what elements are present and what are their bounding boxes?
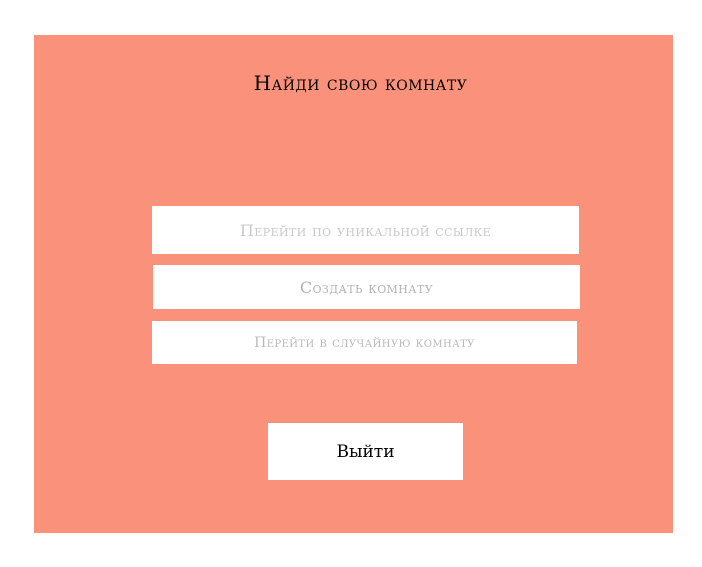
exit-button[interactable]: Выйти	[268, 423, 463, 480]
room-finder-panel: Найди свою комнату Перейти по уникальной…	[34, 35, 673, 533]
create-room-button[interactable]: Создать комнату	[153, 265, 580, 309]
open-unique-link-button[interactable]: Перейти по уникальной ссылке	[152, 206, 579, 254]
page-title: Найди свою комнату	[253, 71, 468, 95]
random-room-button[interactable]: Перейти в случайную комнату	[152, 321, 577, 364]
